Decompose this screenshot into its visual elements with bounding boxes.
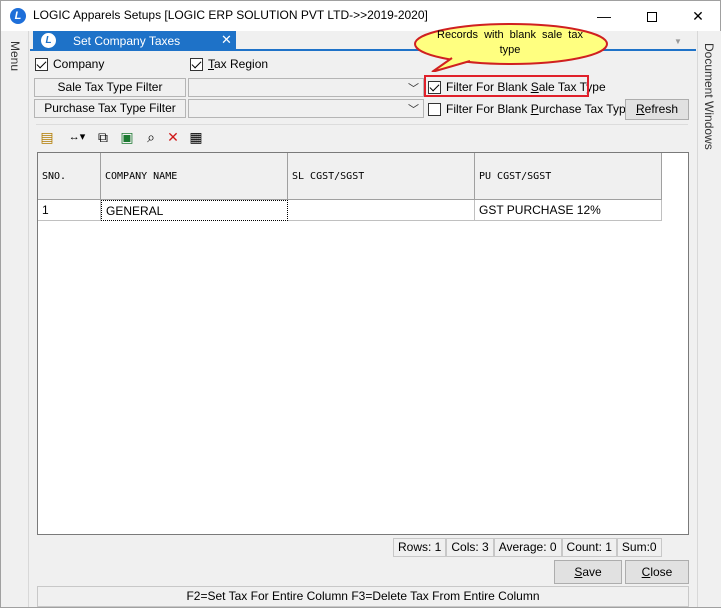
sale-tax-type-filter-combo[interactable]: ﹀ <box>188 78 424 97</box>
find-icon[interactable]: ⌕ <box>142 128 160 146</box>
refresh-button[interactable]: Refresh <box>625 99 689 120</box>
chevron-down-icon[interactable]: ﹀ <box>408 101 419 117</box>
grid-status-bar: Rows: 1 Cols: 3 Average: 0 Count: 1 Sum:… <box>393 538 662 557</box>
filter-blank-purchase-tax-label: Filter For Blank Purchase Tax Type <box>446 102 633 116</box>
status-average: Average: 0 <box>493 538 562 557</box>
filter-blank-purchase-tax-checkbox-box[interactable] <box>428 102 441 116</box>
title-bar: L LOGIC Apparels Setups [LOGIC ERP SOLUT… <box>1 1 720 31</box>
grid-header-row: SNO. COMPANY NAME SL CGST/SGST PU CGST/S… <box>38 153 662 200</box>
tab-close-button[interactable]: ✕ <box>221 32 232 48</box>
cell-sno[interactable]: 1 <box>38 200 101 221</box>
cell-pu-cgst-sgst[interactable]: GST PURCHASE 12% <box>475 200 662 221</box>
annotation-callout: Records with blank sale tax type <box>412 22 610 72</box>
company-checkbox-label: Company <box>53 57 105 71</box>
tax-region-checkbox-box[interactable] <box>190 57 203 71</box>
column-header-sno[interactable]: SNO. <box>38 153 101 200</box>
status-cols: Cols: 3 <box>446 538 494 557</box>
shortcut-hint-footer: F2=Set Tax For Entire Column F3=Delete T… <box>37 586 689 607</box>
column-header-pu-cgst-sgst[interactable]: PU CGST/SGST <box>475 153 662 200</box>
close-window-button[interactable]: ✕ <box>675 1 721 31</box>
menu-side-panel[interactable]: Menu <box>1 31 29 607</box>
status-sum: Sum:0 <box>616 538 662 557</box>
save-button[interactable]: Save <box>554 560 622 584</box>
cell-company-name[interactable]: GENERAL <box>101 200 288 221</box>
company-taxes-grid[interactable]: SNO. COMPANY NAME SL CGST/SGST PU CGST/S… <box>37 152 689 535</box>
table-row[interactable]: 1 GENERAL GST PURCHASE 12% <box>38 200 662 221</box>
filter-blank-purchase-tax-checkbox[interactable]: Filter For Blank Purchase Tax Type <box>428 102 632 116</box>
grid-toolbar: ▤ ↔▾ ⧉ ▣ ⌕ ✕ ▦ <box>36 124 688 148</box>
purchase-tax-type-filter-combo[interactable]: ﹀ <box>188 99 424 118</box>
grid-icon[interactable]: ▦ <box>187 128 205 146</box>
highlight-annotation-box <box>424 75 589 97</box>
tab-set-company-taxes[interactable]: L Set Company Taxes ✕ <box>33 31 236 51</box>
company-checkbox[interactable]: Company <box>35 57 104 71</box>
export-icon[interactable]: ▤ <box>38 128 56 146</box>
maximize-icon <box>647 12 657 23</box>
close-button[interactable]: Close <box>625 560 689 584</box>
delete-icon[interactable]: ✕ <box>164 128 182 146</box>
callout-text: Records with blank sale tax type <box>437 29 583 56</box>
status-rows: Rows: 1 <box>393 538 447 557</box>
copy-icon[interactable]: ⧉ <box>94 128 112 146</box>
column-resize-icon[interactable]: ↔▾ <box>64 128 90 146</box>
app-window: L LOGIC Apparels Setups [LOGIC ERP SOLUT… <box>0 0 721 608</box>
logic-logo-icon: L <box>41 33 56 48</box>
excel-icon[interactable]: ▣ <box>118 128 136 146</box>
document-windows-label: Document Windows <box>702 43 716 150</box>
column-header-sl-cgst-sgst[interactable]: SL CGST/SGST <box>288 153 475 200</box>
tab-dropdown-icon[interactable]: ▼ <box>674 37 682 46</box>
chevron-down-icon[interactable]: ﹀ <box>408 80 419 96</box>
tax-region-checkbox-label: Tax Region <box>208 57 269 71</box>
document-windows-side-panel[interactable]: Document Windows <box>697 31 721 607</box>
sale-tax-type-filter-label: Sale Tax Type Filter <box>34 78 186 97</box>
tab-label: Set Company Taxes <box>73 34 181 48</box>
logic-logo-icon: L <box>10 8 26 24</box>
tax-region-checkbox[interactable]: Tax Region <box>190 57 268 71</box>
menu-panel-label: Menu <box>8 41 22 72</box>
cell-sl-cgst-sgst[interactable] <box>288 200 475 221</box>
column-header-company-name[interactable]: COMPANY NAME <box>101 153 288 200</box>
purchase-tax-type-filter-label: Purchase Tax Type Filter <box>34 99 186 118</box>
window-title: LOGIC Apparels Setups [LOGIC ERP SOLUTIO… <box>33 8 428 22</box>
status-count: Count: 1 <box>561 538 617 557</box>
company-checkbox-box[interactable] <box>35 57 48 71</box>
maximize-button[interactable] <box>629 1 675 31</box>
